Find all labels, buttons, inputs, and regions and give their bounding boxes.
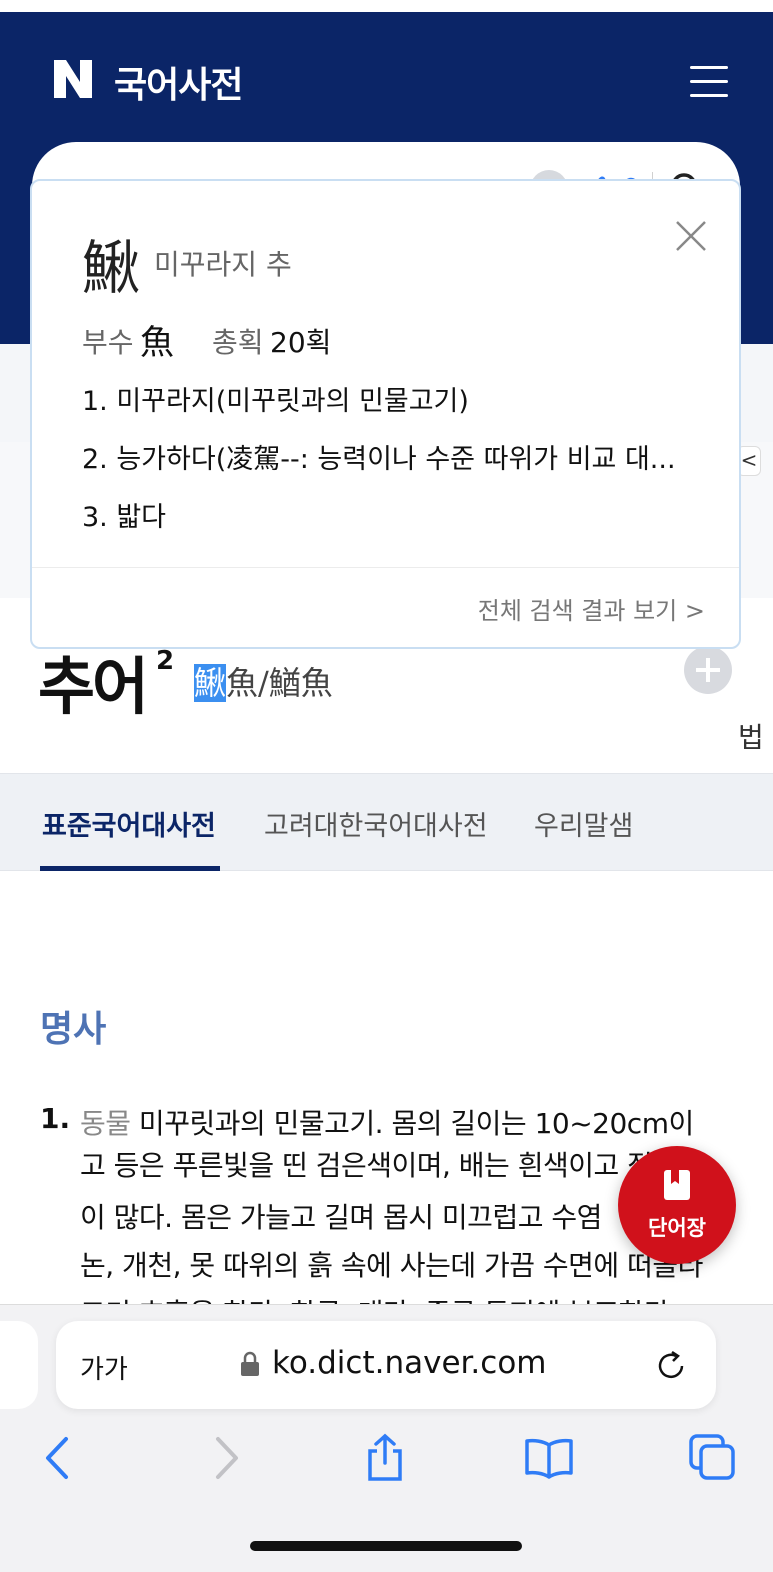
divider	[32, 567, 739, 568]
address-bar[interactable]: 가가 ko.dict.naver.com	[56, 1321, 716, 1409]
tab-standard-dictionary[interactable]: 표준국어대사전	[42, 804, 216, 843]
selected-hanja[interactable]: 鰍	[194, 664, 227, 702]
clipped-label: 법	[738, 721, 764, 754]
lock-icon	[241, 1351, 259, 1376]
active-tab-indicator	[40, 866, 220, 871]
tab-urimalsaem[interactable]: 우리말샘	[534, 804, 633, 843]
entry-headword: 추어	[38, 650, 149, 723]
tab-korea-univ-dictionary[interactable]: 고려대한국어대사전	[264, 804, 488, 843]
wordbook-label: 단어장	[648, 1216, 706, 1240]
part-of-speech: 명사	[40, 1009, 107, 1050]
close-icon[interactable]	[674, 219, 708, 253]
definition-line: 이 많다. 몸은 가늘고 길며 몹시 미끄럽고 수염	[80, 1201, 602, 1234]
previous-tab-preview[interactable]	[0, 1321, 38, 1409]
definition-line: 고 등은 푸른빛을 띤 검은색이며, 배는 흰색이고 점	[80, 1149, 653, 1182]
entry-homonym-number: 2	[156, 646, 175, 676]
entry-hanja: 鰍魚/鰌魚	[194, 658, 333, 704]
popup-definition: 3. 밟다	[82, 502, 167, 533]
bookmarks-icon[interactable]	[524, 1433, 574, 1483]
naver-logo-icon[interactable]	[52, 56, 94, 102]
add-to-wordbook-button[interactable]	[684, 646, 732, 694]
share-icon[interactable]	[360, 1433, 410, 1483]
stroke-count-value: 20획	[270, 326, 332, 359]
text-size-button[interactable]: 가가	[80, 1349, 128, 1386]
dictionary-tabs: 표준국어대사전 고려대한국어대사전 우리말샘	[0, 773, 773, 871]
home-indicator	[250, 1541, 522, 1551]
popup-hanja: 鰍	[82, 234, 141, 302]
definition-line: 동물 미꾸릿과의 민물고기. 몸의 길이는 10~20cm이	[80, 1107, 694, 1140]
radical-label: 부수	[82, 326, 134, 359]
popup-definition: 1. 미꾸라지(미꾸릿과의 민물고기)	[82, 386, 469, 417]
wordbook-fab-button[interactable]: 단어장	[618, 1146, 736, 1264]
definition-number: 1.	[40, 1102, 71, 1135]
hanja-popup: 鰍 미꾸라지 추 부수 魚 총획 20획 1. 미꾸라지(미꾸릿과의 민물고기)…	[30, 179, 741, 649]
full-results-link[interactable]: 전체 검색 결과 보기 >	[478, 591, 705, 626]
forward-icon[interactable]	[200, 1433, 250, 1483]
entry-hanja-rest[interactable]: 魚/鰌魚	[226, 664, 333, 702]
status-bar	[0, 0, 773, 12]
tabs-icon[interactable]	[688, 1433, 738, 1483]
wordbook-icon	[664, 1170, 690, 1200]
radical-value: 魚	[140, 323, 174, 363]
reload-icon[interactable]	[654, 1349, 688, 1383]
popup-hanja-meaning: 미꾸라지 추	[154, 248, 292, 281]
app-title[interactable]: 국어사전	[114, 56, 243, 108]
popup-definition: 2. 능가하다(凌駕--: 능력이나 수준 따위가 비교 대...	[82, 444, 676, 475]
definition-line: 논, 개천, 못 따위의 흙 속에 사는데 가끔 수면에 떠올라	[80, 1249, 703, 1282]
stroke-count-label: 총획	[212, 326, 264, 359]
definition-category[interactable]: 동물	[80, 1107, 131, 1140]
back-icon[interactable]	[34, 1433, 84, 1483]
browser-toolbar: 가가 ko.dict.naver.com	[0, 1304, 773, 1572]
hamburger-menu-icon[interactable]	[690, 64, 730, 100]
url-text[interactable]: ko.dict.naver.com	[272, 1345, 547, 1381]
